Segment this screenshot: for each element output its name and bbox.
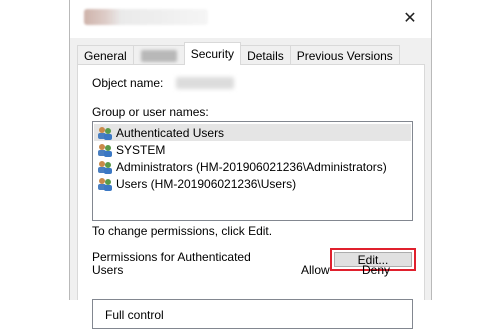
group-names-label: Group or user names:	[92, 105, 209, 119]
blurred-object-name	[176, 77, 234, 89]
security-panel: Object name: Group or user names: Authen…	[77, 64, 425, 329]
blurred-window-title	[84, 9, 208, 25]
permissions-for-label-line2: Users	[92, 263, 124, 277]
allow-column-header: Allow	[301, 263, 330, 277]
object-name-label: Object name:	[92, 76, 164, 90]
permission-full-control: Full control	[105, 308, 164, 322]
tab-strip: General Security Details Previous Versio…	[77, 42, 400, 65]
properties-dialog: ✕ General Security Details Previous Vers…	[69, 0, 432, 329]
user-name: Authenticated Users	[116, 125, 225, 140]
tab-blurred[interactable]	[132, 45, 185, 65]
user-name: Administrators (HM-201906021236\Administ…	[116, 159, 387, 174]
users-group-icon	[98, 160, 112, 174]
users-group-icon	[98, 177, 112, 191]
tab-general[interactable]: General	[77, 45, 134, 65]
list-item-system[interactable]: SYSTEM	[94, 141, 411, 158]
users-group-icon	[98, 126, 112, 140]
permissions-for-label-line1: Permissions for Authenticated	[92, 250, 251, 264]
tab-label: Details	[247, 48, 284, 63]
user-list[interactable]: Authenticated Users SYSTEM Administrator…	[92, 121, 413, 221]
blurred-tab-label	[140, 49, 177, 62]
tab-previous-versions[interactable]: Previous Versions	[289, 45, 400, 65]
tab-label: General	[84, 48, 127, 63]
permissions-list[interactable]: Full control	[92, 299, 413, 329]
list-item-administrators[interactable]: Administrators (HM-201906021236\Administ…	[94, 158, 411, 175]
tab-security[interactable]: Security	[183, 42, 242, 65]
tab-label: Security	[190, 47, 235, 61]
tab-label: Previous Versions	[296, 48, 393, 63]
close-button[interactable]: ✕	[401, 8, 419, 28]
change-permissions-text: To change permissions, click Edit.	[92, 224, 273, 238]
dialog-content: General Security Details Previous Versio…	[70, 38, 431, 329]
title-bar: ✕	[70, 0, 431, 38]
deny-column-header: Deny	[362, 263, 391, 277]
list-item-authenticated-users[interactable]: Authenticated Users	[94, 124, 411, 141]
list-item-users[interactable]: Users (HM-201906021236\Users)	[94, 175, 411, 192]
close-icon: ✕	[403, 10, 417, 27]
user-name: Users (HM-201906021236\Users)	[116, 176, 297, 191]
user-name: SYSTEM	[116, 142, 166, 157]
tab-details[interactable]: Details	[240, 45, 291, 65]
users-group-icon	[98, 143, 112, 157]
